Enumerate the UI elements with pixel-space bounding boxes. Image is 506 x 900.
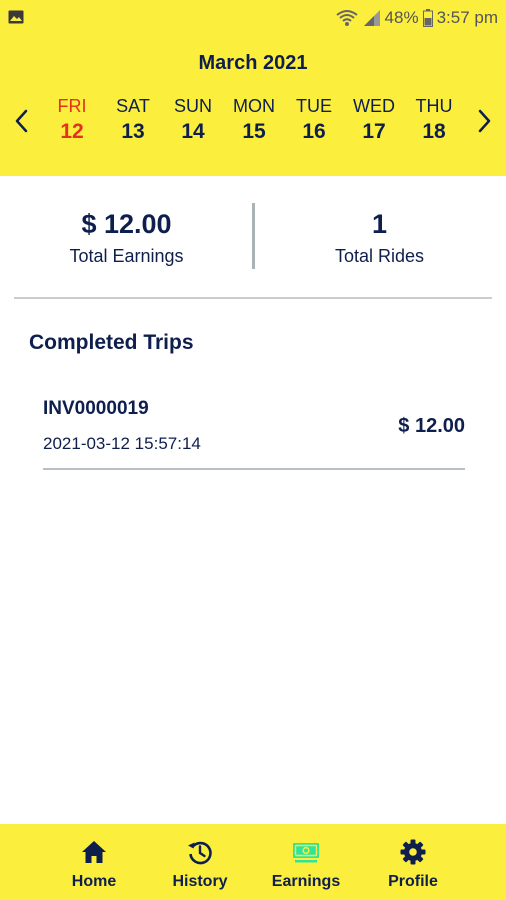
day-date: 18 bbox=[422, 120, 446, 143]
trip-datetime: 2021-03-12 15:57:14 bbox=[43, 434, 201, 453]
day-sat-13[interactable]: SAT 13 bbox=[103, 94, 163, 146]
chevron-right-icon[interactable] bbox=[474, 106, 496, 136]
day-name: TUE bbox=[296, 96, 332, 116]
nav-home-label: Home bbox=[71, 873, 117, 890]
wifi-icon bbox=[335, 10, 358, 26]
bottom-navigation: Home History Earnings Profile bbox=[0, 824, 506, 900]
nav-earnings-label: Earnings bbox=[271, 873, 341, 890]
total-earnings: $ 12.00 Total Earnings bbox=[0, 206, 253, 267]
nav-history[interactable]: History bbox=[145, 824, 255, 900]
battery-icon bbox=[422, 9, 433, 27]
day-name: FRI bbox=[57, 96, 87, 116]
completed-trips-title: Completed Trips bbox=[29, 331, 194, 354]
earnings-icon bbox=[293, 843, 319, 863]
day-date: 16 bbox=[302, 120, 326, 143]
clock: 3:57 pm bbox=[436, 8, 498, 27]
trip-amount: $ 12.00 bbox=[398, 415, 465, 437]
summary-separator bbox=[14, 297, 492, 299]
day-thu-18[interactable]: THU 18 bbox=[404, 94, 464, 146]
battery-percent: 48% bbox=[384, 8, 419, 27]
day-name: WED bbox=[353, 96, 395, 116]
total-earnings-value: $ 12.00 bbox=[81, 209, 172, 239]
signal-icon bbox=[363, 10, 380, 26]
total-rides-value: 1 bbox=[371, 209, 388, 239]
day-wed-17[interactable]: WED 17 bbox=[344, 94, 404, 146]
day-fri-12[interactable]: FRI 12 bbox=[42, 94, 102, 146]
total-rides: 1 Total Rides bbox=[253, 206, 506, 267]
history-icon bbox=[188, 841, 212, 865]
nav-home[interactable]: Home bbox=[39, 824, 149, 900]
day-name: SUN bbox=[173, 96, 212, 116]
month-title: March 2021 bbox=[198, 52, 308, 74]
earnings-summary: $ 12.00 Total Earnings 1 Total Rides bbox=[0, 176, 506, 298]
nav-profile-label: Profile bbox=[388, 873, 438, 890]
nav-history-label: History bbox=[172, 873, 228, 890]
day-sun-14[interactable]: SUN 14 bbox=[163, 94, 223, 146]
nav-earnings[interactable]: Earnings bbox=[251, 824, 361, 900]
day-name: SAT bbox=[116, 96, 150, 116]
day-date: 17 bbox=[362, 120, 386, 143]
total-rides-label: Total Rides bbox=[334, 246, 425, 266]
total-earnings-label: Total Earnings bbox=[69, 246, 184, 266]
trip-divider bbox=[43, 468, 465, 470]
week-day-selector: FRI 12 SAT 13 SUN 14 MON 15 TUE 16 WED 1… bbox=[42, 94, 464, 154]
day-name: MON bbox=[233, 96, 275, 116]
trip-list-item[interactable]: INV0000019 2021-03-12 15:57:14 $ 12.00 bbox=[43, 396, 465, 472]
gallery-notification-icon bbox=[8, 10, 24, 24]
day-mon-15[interactable]: MON 15 bbox=[224, 94, 284, 146]
day-date: 13 bbox=[121, 120, 145, 143]
day-tue-16[interactable]: TUE 16 bbox=[284, 94, 344, 146]
home-icon bbox=[82, 841, 106, 863]
trip-invoice-id: INV0000019 bbox=[43, 398, 149, 419]
nav-profile[interactable]: Profile bbox=[358, 824, 468, 900]
header: 48% 3:57 pm March 2021 FRI 12 SAT 13 SUN… bbox=[0, 0, 506, 176]
day-date: 12 bbox=[60, 120, 84, 143]
day-date: 14 bbox=[181, 120, 205, 143]
gear-icon bbox=[400, 839, 426, 865]
day-date: 15 bbox=[242, 120, 266, 143]
status-bar: 48% 3:57 pm bbox=[0, 0, 506, 36]
status-indicators: 48% 3:57 pm bbox=[335, 7, 498, 29]
day-name: THU bbox=[415, 96, 453, 116]
chevron-left-icon[interactable] bbox=[10, 106, 32, 136]
